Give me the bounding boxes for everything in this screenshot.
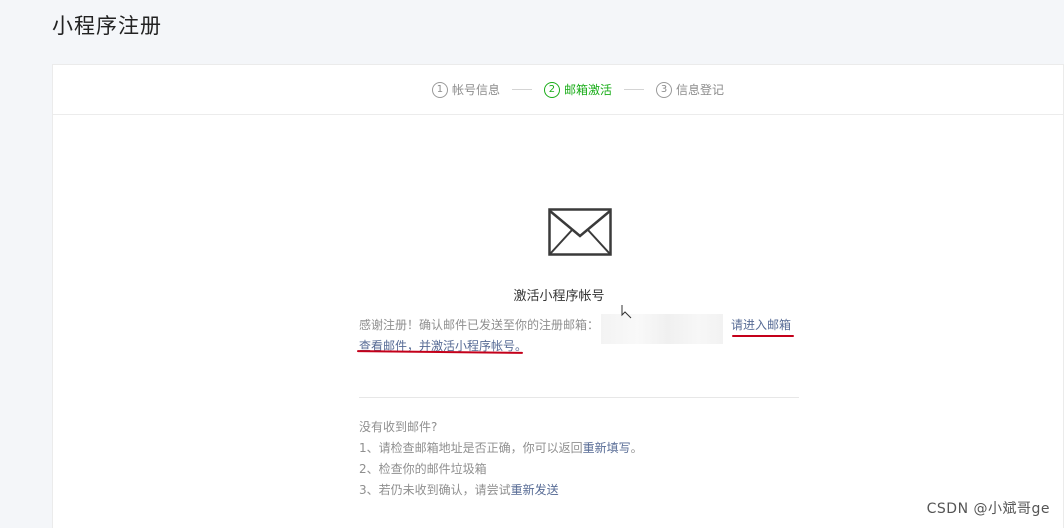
step-separator <box>511 89 532 90</box>
envelope-icon <box>548 208 612 256</box>
step-number: 3 <box>656 81 672 98</box>
resend-link[interactable]: 重新发送 <box>511 483 559 497</box>
help-item-3: 3、若仍未收到确认，请尝试重新发送 <box>359 483 559 497</box>
message-text: 感谢注册！确认邮件已发送至你的注册邮箱： <box>359 318 600 332</box>
help-item-2: 2、检查你的邮件垃圾箱 <box>359 462 487 476</box>
mouse-cursor-icon <box>621 305 632 319</box>
step-account-info: 1 帐号信息 <box>431 81 500 98</box>
refill-link[interactable]: 重新填写 <box>583 441 631 455</box>
divider <box>359 397 799 398</box>
page-title: 小程序注册 <box>52 14 162 38</box>
help-section: 没有收到邮件? 1、请检查邮箱地址是否正确，你可以返回重新填写。 2、检查你的邮… <box>359 417 799 501</box>
page: 小程序注册 1 帐号信息 2 邮箱激活 3 信息登记 激活小程序帐号 感谢注册！… <box>0 0 1064 528</box>
step-separator <box>624 89 644 90</box>
help-title: 没有收到邮件? <box>359 420 438 434</box>
email-redaction <box>601 314 723 344</box>
step-number: 1 <box>431 81 448 98</box>
step-label: 邮箱激活 <box>563 83 612 97</box>
help-item-1: 1、请检查邮箱地址是否正确，你可以返回重新填写。 <box>359 441 643 455</box>
annotation-underline <box>732 335 794 337</box>
registration-card: 1 帐号信息 2 邮箱激活 3 信息登记 激活小程序帐号 感谢注册！确认邮件已发… <box>52 64 1064 528</box>
activation-heading: 激活小程序帐号 <box>513 289 605 304</box>
step-email-activation: 2 邮箱激活 <box>543 81 612 98</box>
watermark: CSDN @小斌哥ge <box>926 501 1050 517</box>
step-info-registration: 3 信息登记 <box>656 81 724 98</box>
step-progress: 1 帐号信息 2 邮箱激活 3 信息登记 <box>53 65 1063 115</box>
step-label: 信息登记 <box>676 83 725 97</box>
step-label: 帐号信息 <box>451 83 500 97</box>
step-number: 2 <box>543 81 560 98</box>
